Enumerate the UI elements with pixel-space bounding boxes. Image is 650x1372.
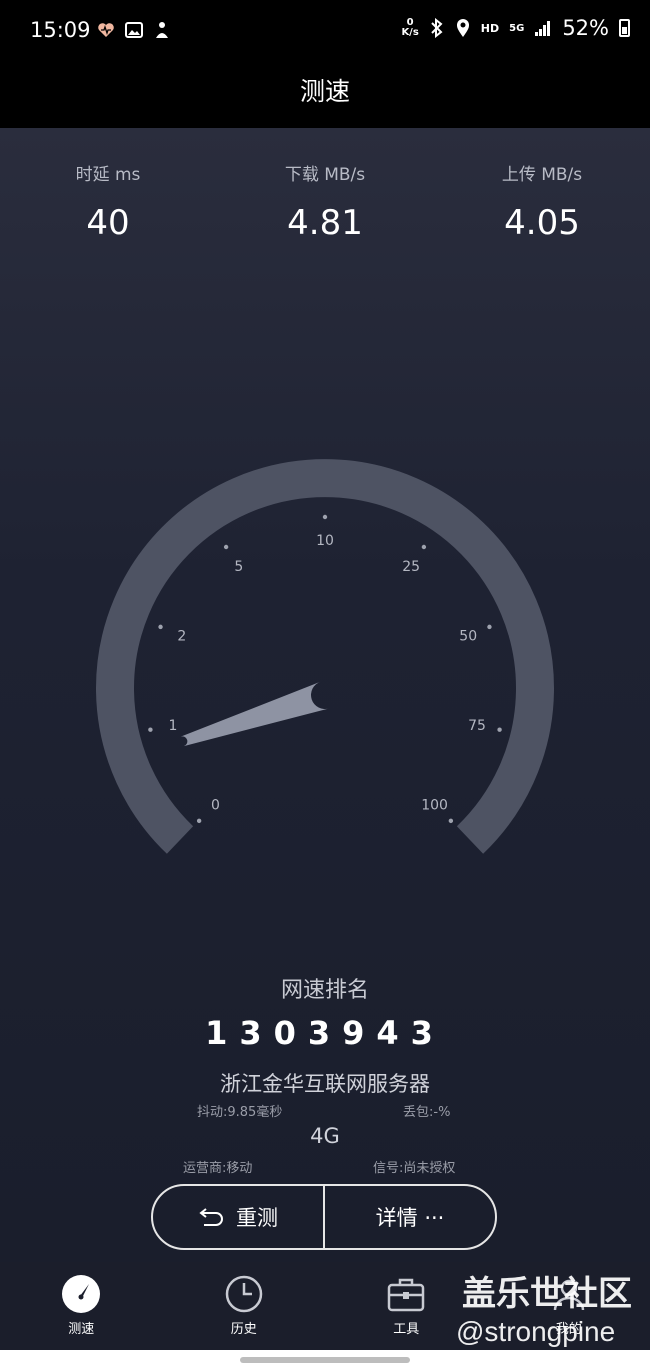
gauge-tick-label: 0: [211, 798, 220, 814]
home-indicator[interactable]: [240, 1357, 410, 1363]
gauge-tick-dot: [223, 544, 229, 550]
gauge-tick-label: 75: [468, 718, 486, 734]
nav-item-speedtest[interactable]: 测速: [0, 1262, 163, 1350]
gauge-tick-dot: [497, 727, 502, 732]
details-label: 详情 ···: [375, 1206, 445, 1230]
metric-label: 上传 MB/s: [501, 165, 583, 185]
gauge-tick-label: 5: [234, 559, 243, 575]
metric-upload: 上传 MB/s 4.05: [434, 160, 650, 243]
gauge-tick-dot: [421, 544, 427, 550]
bluetooth-icon: [431, 18, 443, 38]
watermark-title: 盖乐世社区: [462, 1275, 632, 1313]
details-button[interactable]: 详情 ···: [325, 1186, 495, 1248]
toolbox-icon: [388, 1278, 425, 1312]
action-buttons: 重测 详情 ···: [151, 1184, 497, 1250]
gauge-tick-label: 2: [177, 629, 186, 645]
gauge-tick-dot: [448, 818, 454, 824]
metric-latency: 时延 ms 40: [0, 160, 216, 243]
gauge-tick-label: 100: [421, 798, 448, 814]
metric-value: 40: [86, 203, 130, 243]
gauge-tick-dot: [487, 624, 492, 630]
gauge-tick-label: 10: [316, 533, 334, 549]
status-left-icons: [96, 20, 172, 40]
packet-loss-info: 丢包:-%: [403, 1105, 451, 1120]
heart-icon: [98, 23, 114, 37]
gauge-ticks: 012510255075100: [148, 514, 502, 824]
metric-label: 下载 MB/s: [284, 165, 366, 185]
carrier-info: 运营商:移动: [183, 1161, 253, 1176]
clock-icon: [225, 1275, 262, 1313]
status-time: 15:09: [30, 18, 91, 42]
metric-value: 4.05: [504, 203, 580, 243]
status-right-icons: 0 K/s HD 5G 52%: [401, 16, 630, 40]
gauge-tick-dot: [322, 514, 328, 520]
signal-info: 信号:尚未授权: [373, 1161, 456, 1176]
gauge-tick-label: 50: [459, 629, 477, 645]
gauge-tick-dot: [158, 624, 163, 630]
nav-item-history[interactable]: 历史: [163, 1262, 326, 1350]
server-name: 浙江金华互联网服务器: [220, 1072, 430, 1096]
page-title: 测速: [299, 77, 350, 106]
metric-value: 4.81: [287, 203, 363, 243]
nav-label: 工具: [393, 1322, 420, 1337]
app-icon: [156, 22, 168, 38]
speedometer-icon: [62, 1275, 101, 1313]
signal-icon: [535, 21, 551, 36]
nav-label: 历史: [230, 1322, 257, 1337]
undo-icon: [199, 1208, 223, 1226]
gauge-needle: [180, 681, 330, 747]
retest-button[interactable]: 重测: [153, 1186, 323, 1248]
gallery-icon: [125, 22, 143, 38]
gauge-tick-dot: [148, 727, 153, 732]
net-speed: 0 K/s: [401, 17, 419, 38]
battery-percent: 52%: [562, 16, 609, 40]
network-type: 4G: [310, 1124, 340, 1148]
metric-download: 下载 MB/s 4.81: [217, 160, 433, 243]
jitter-info: 抖动:9.85毫秒: [197, 1105, 283, 1120]
network-label: 5G: [509, 22, 525, 34]
speed-gauge: 012510255075100: [96, 459, 554, 854]
location-icon: [456, 19, 469, 37]
hd-label: HD: [480, 21, 500, 35]
nav-label: 测速: [68, 1322, 95, 1337]
ranking-title: 网速排名: [280, 978, 369, 1003]
ranking-number: 1303943: [205, 1014, 445, 1052]
gauge-tick-dot: [196, 818, 202, 824]
metric-label: 时延 ms: [75, 165, 141, 185]
gauge-tick-label: 1: [169, 718, 178, 734]
retest-label: 重测: [236, 1206, 278, 1230]
watermark-handle: @strongpine: [456, 1316, 616, 1347]
battery-icon: [619, 19, 630, 37]
gauge-tick-label: 25: [402, 559, 420, 575]
